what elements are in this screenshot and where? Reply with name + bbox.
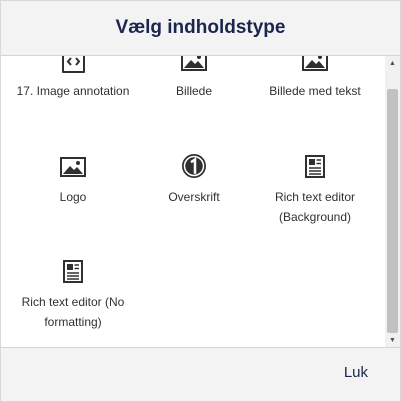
number-one-icon xyxy=(134,149,254,181)
vertical-scrollbar[interactable]: ▲ ▼ xyxy=(385,56,400,347)
close-button[interactable]: Luk xyxy=(344,364,368,381)
document-icon xyxy=(13,254,133,286)
item-label: Logo xyxy=(59,190,87,204)
content-type-item-rich-text-no-formatting[interactable]: Rich text editor (No formatting) xyxy=(13,254,133,332)
content-type-item-billede-med-tekst[interactable]: Billede med tekst xyxy=(255,56,375,101)
item-label: Billede med tekst xyxy=(269,84,361,98)
item-label: 17. Image annotation xyxy=(16,84,130,98)
content-type-item-image-annotation[interactable]: 17. Image annotation xyxy=(13,56,133,101)
item-label: Billede xyxy=(175,84,213,98)
scrollbar-thumb[interactable] xyxy=(387,89,398,333)
document-icon xyxy=(255,149,375,181)
dialog-header: Vælg indholdstype xyxy=(1,1,400,56)
item-label: Rich text editor (Background) xyxy=(274,190,356,224)
code-file-icon xyxy=(13,56,133,75)
content-type-item-billede[interactable]: Billede xyxy=(134,56,254,101)
image-icon xyxy=(134,56,254,75)
scroll-down-arrow-icon[interactable]: ▼ xyxy=(385,333,400,347)
dialog-footer: Luk xyxy=(1,347,400,401)
content-type-item-logo[interactable]: Logo xyxy=(13,149,133,207)
image-icon xyxy=(13,149,133,181)
content-type-item-overskrift[interactable]: Overskrift xyxy=(134,149,254,207)
content-type-item-rich-text-background[interactable]: Rich text editor (Background) xyxy=(255,149,375,227)
item-label: Overskrift xyxy=(168,190,220,204)
image-icon xyxy=(255,56,375,75)
scroll-up-arrow-icon[interactable]: ▲ xyxy=(385,56,400,70)
content-type-dialog: Vælg indholdstype 17. Image annotation B… xyxy=(0,0,401,401)
content-type-list: 17. Image annotation Billede Billede med… xyxy=(1,56,385,347)
dialog-title: Vælg indholdstype xyxy=(115,17,286,38)
item-label: Rich text editor (No formatting) xyxy=(21,295,125,329)
